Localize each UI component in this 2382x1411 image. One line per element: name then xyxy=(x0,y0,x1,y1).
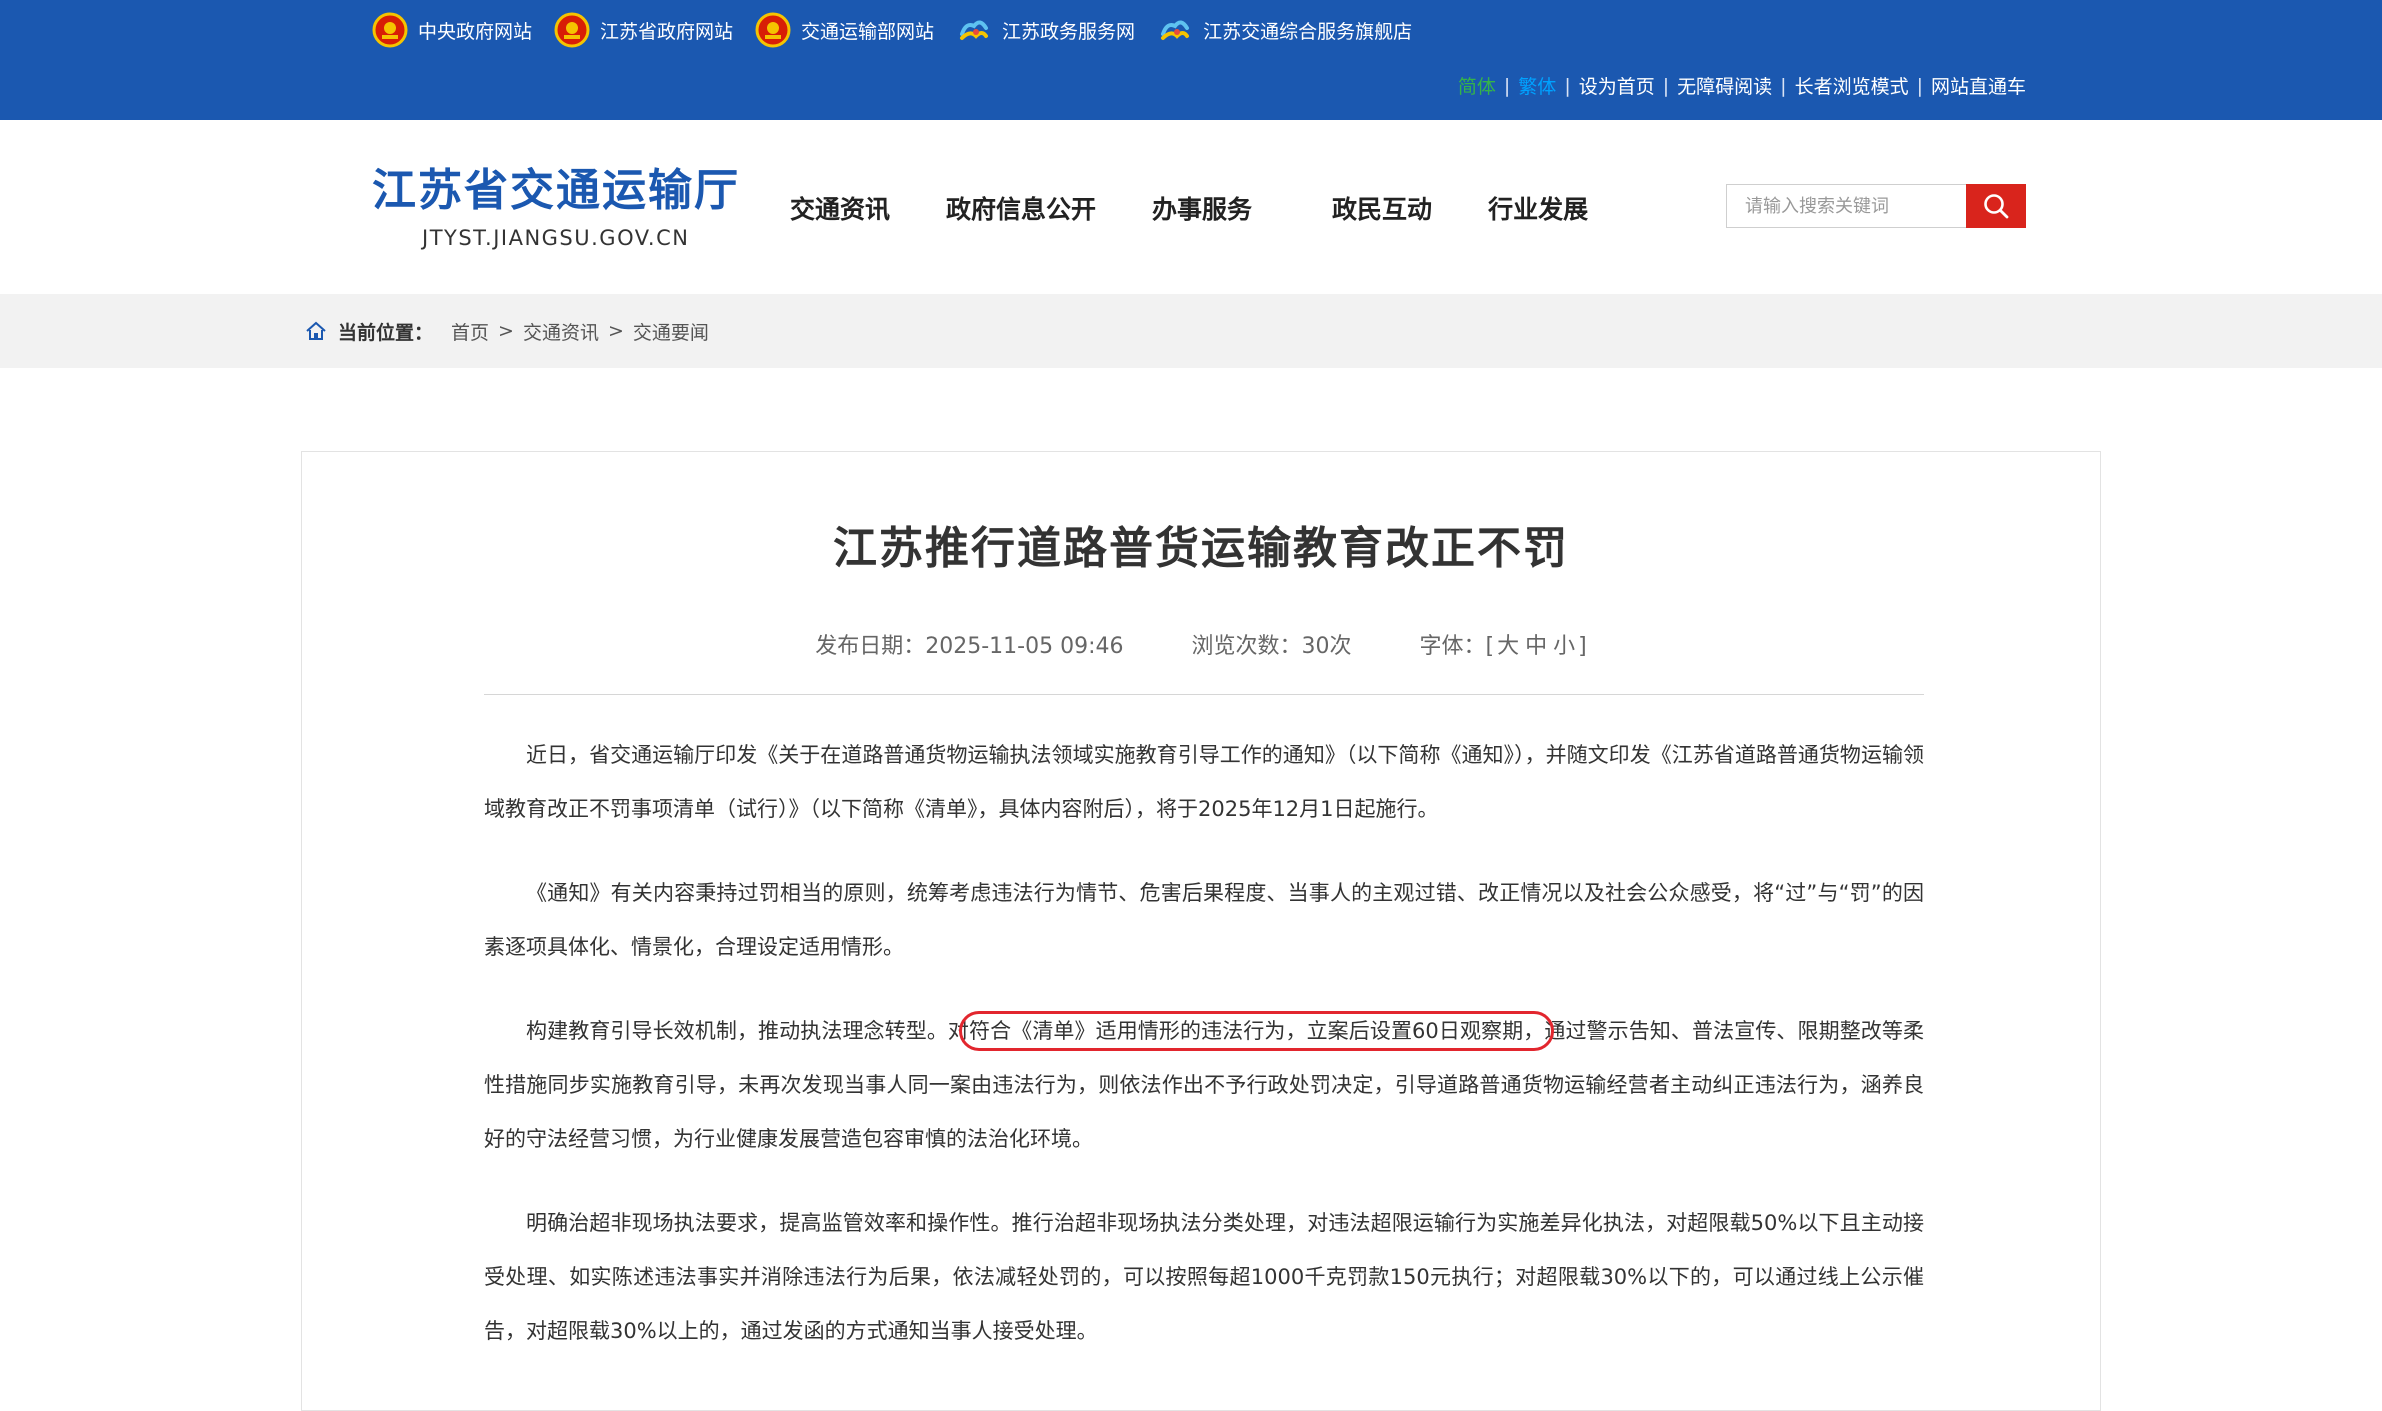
home-icon xyxy=(306,321,326,340)
paragraph-3-start: 构建教育引导长效机制，推动执法理念转型。对 xyxy=(526,1019,970,1043)
publish-date-value: 2025-11-05 09:46 xyxy=(925,634,1124,659)
nav-services[interactable]: 办事服务 xyxy=(1152,190,1252,226)
search-input[interactable] xyxy=(1726,184,1966,228)
separator: | xyxy=(1564,74,1571,97)
separator: | xyxy=(1503,74,1511,97)
nav-interaction[interactable]: 政民互动 xyxy=(1332,190,1432,226)
separator: | xyxy=(1916,74,1923,97)
site-navigation-link[interactable]: 网站直通车 xyxy=(1931,72,2026,99)
highlighted-text-content: 符合《清单》适用情形的违法行为，立案后设置60日观察期， xyxy=(969,1019,1545,1043)
nav-transport-news[interactable]: 交通资讯 xyxy=(790,190,890,226)
font-bracket-close: ] xyxy=(1578,634,1587,659)
font-bracket-open: [ xyxy=(1485,634,1495,659)
article-meta: 发布日期：2025-11-05 09:46 浏览次数：30次 字体：[大中小] xyxy=(302,628,2100,660)
simplified-chinese-link[interactable]: 简体 xyxy=(1458,72,1496,99)
separator: | xyxy=(1780,74,1787,97)
font-size-control: 字体：[大中小] xyxy=(1420,628,1587,660)
nav-industry[interactable]: 行业发展 xyxy=(1488,190,1588,226)
highlighted-text: 符合《清单》适用情形的违法行为，立案后设置60日观察期， xyxy=(959,1011,1555,1051)
publish-date-label: 发布日期： xyxy=(815,634,926,659)
search-button[interactable] xyxy=(1966,184,2026,228)
separator: | xyxy=(1662,74,1670,97)
set-homepage-link[interactable]: 设为首页 xyxy=(1579,72,1655,99)
article-body: 近日，省交通运输厅印发《关于在道路普通货物运输执法领域实施教育引导工作的通知》（… xyxy=(484,728,1924,1388)
gov-link-central[interactable]: 中央政府网站 xyxy=(372,12,532,48)
gov-link-flagship[interactable]: 江苏交通综合服务旗舰店 xyxy=(1157,12,1412,48)
article-paragraph-3: 构建教育引导长效机制，推动执法理念转型。对 符合《清单》适用情形的违法行为，立案后… xyxy=(484,1004,1924,1166)
gov-link-label: 交通运输部网站 xyxy=(801,20,935,43)
service-logo-icon xyxy=(1161,20,1190,40)
title-divider xyxy=(484,694,1924,695)
breadcrumb-home[interactable]: 首页 xyxy=(451,318,489,345)
breadcrumb-separator: > xyxy=(498,320,514,342)
breadcrumb-label: 当前位置： xyxy=(338,321,434,344)
breadcrumb: 当前位置： 首页 > 交通资讯 > 交通要闻 xyxy=(304,294,709,368)
article-card: 江苏推行道路普货运输教育改正不罚 发布日期：2025-11-05 09:46 浏… xyxy=(301,451,2101,1411)
gov-link-jiangsu[interactable]: 江苏省政府网站 xyxy=(554,12,733,48)
nav-gov-info[interactable]: 政府信息公开 xyxy=(946,190,1096,226)
article-paragraph-2: 《通知》有关内容秉持过罚相当的原则，统筹考虑违法行为情节、危害后果程度、当事人的… xyxy=(484,881,1924,959)
article-paragraph-4: 明确治超非现场执法要求，提高监管效率和操作性。推行治超非现场执法分类处理，对违法… xyxy=(484,1211,1924,1343)
view-count-label: 浏览次数： xyxy=(1191,634,1302,659)
site-logo[interactable]: 江苏省交通运输厅 JTYST.JIANGSU.GOV.CN xyxy=(372,165,740,251)
search-icon xyxy=(1984,194,2009,219)
site-header: 江苏省交通运输厅 JTYST.JIANGSU.GOV.CN 交通资讯 政府信息公… xyxy=(0,120,2382,294)
search-box xyxy=(1726,184,2026,228)
breadcrumb-bar: 当前位置： 首页 > 交通资讯 > 交通要闻 xyxy=(0,294,2382,368)
traditional-chinese-link[interactable]: 繁体 xyxy=(1518,72,1556,99)
elderly-mode-link[interactable]: 长者浏览模式 xyxy=(1795,72,1909,99)
font-size-large[interactable]: 大 xyxy=(1497,634,1519,659)
top-bar: 中央政府网站 江苏省政府网站 交通运输部网站 江苏政务服务网 江苏交通综合服务旗… xyxy=(0,0,2382,120)
national-emblem-icon xyxy=(554,12,590,48)
gov-link-label: 中央政府网站 xyxy=(418,20,533,43)
publish-date: 发布日期：2025-11-05 09:46 xyxy=(815,628,1123,660)
breadcrumb-transport-news[interactable]: 交通资讯 xyxy=(523,318,599,345)
view-count: 浏览次数：30次 xyxy=(1192,628,1352,660)
gov-link-mot[interactable]: 交通运输部网站 xyxy=(755,12,934,48)
main-nav: 交通资讯 政府信息公开 办事服务 政民互动 行业发展 xyxy=(790,190,1644,226)
gov-link-label: 江苏交通综合服务旗舰店 xyxy=(1203,20,1413,43)
government-links: 中央政府网站 江苏省政府网站 交通运输部网站 江苏政务服务网 江苏交通综合服务旗… xyxy=(372,12,1434,48)
article-paragraph-1: 近日，省交通运输厅印发《关于在道路普通货物运输执法领域实施教育引导工作的通知》（… xyxy=(484,743,1924,821)
gov-link-label: 江苏省政府网站 xyxy=(600,20,734,43)
logo-domain: JTYST.JIANGSU.GOV.CN xyxy=(422,226,690,250)
national-emblem-icon xyxy=(755,12,791,48)
accessible-reading-link[interactable]: 无障碍阅读 xyxy=(1677,72,1772,99)
breadcrumb-top-news[interactable]: 交通要闻 xyxy=(633,318,709,345)
font-size-small[interactable]: 小 xyxy=(1553,634,1575,659)
font-size-medium[interactable]: 中 xyxy=(1525,634,1547,659)
logo-title: 江苏省交通运输厅 xyxy=(372,165,740,216)
gov-link-service[interactable]: 江苏政务服务网 xyxy=(956,12,1135,48)
national-emblem-icon xyxy=(372,12,408,48)
font-size-label: 字体： xyxy=(1419,634,1486,659)
article-title: 江苏推行道路普货运输教育改正不罚 xyxy=(833,523,1569,574)
gov-link-label: 江苏政务服务网 xyxy=(1002,20,1136,43)
view-count-value: 30次 xyxy=(1301,634,1352,659)
breadcrumb-separator: > xyxy=(607,320,624,342)
utility-links: 简体 | 繁体 | 设为首页 | 无障碍阅读 | 长者浏览模式 | 网站直通车 xyxy=(1458,72,2026,99)
service-logo-icon xyxy=(960,20,989,40)
